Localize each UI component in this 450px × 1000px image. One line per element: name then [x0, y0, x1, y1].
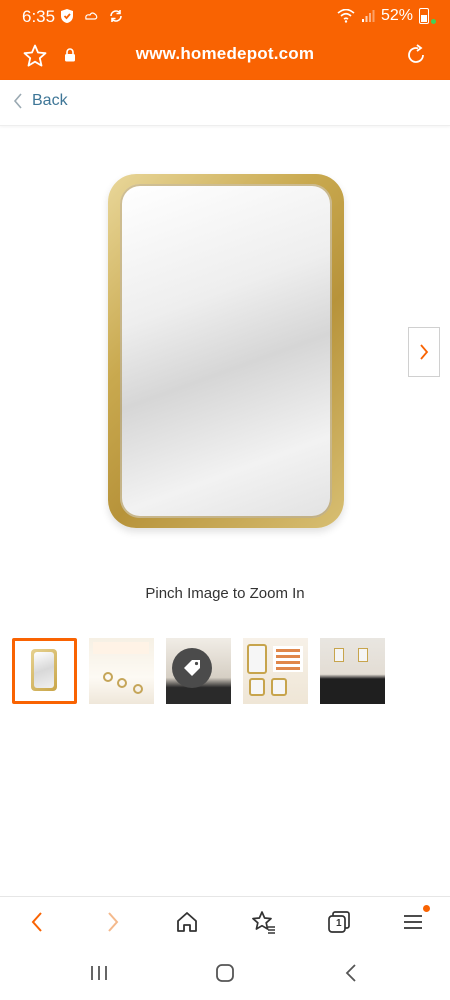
- thumbnail-strip: [12, 638, 385, 704]
- chevron-left-icon: [31, 912, 42, 932]
- url-bar: www.homedepot.com: [0, 34, 450, 80]
- back-bar: Back: [0, 80, 450, 126]
- mirror-vanity-scene-tag-icon: [172, 648, 212, 688]
- mirror-glass: [120, 184, 332, 518]
- back-button[interactable]: Back: [12, 92, 68, 110]
- home-system-button[interactable]: [212, 962, 238, 984]
- menu-icon: [404, 915, 422, 929]
- battery-percent: 52%: [380, 7, 413, 24]
- tabs-count: 1: [336, 918, 342, 929]
- zoom-hint: Pinch Image to Zoom In: [145, 585, 305, 602]
- screen: 6:35 52% www.homedepot.com Back Pinch Im…: [0, 0, 450, 1000]
- shield-notification-icon: [61, 9, 73, 23]
- status-right-icons: 52%: [337, 7, 436, 25]
- status-bar: 6:35 52%: [0, 0, 450, 34]
- battery-icon: [419, 8, 429, 24]
- nav-tabs-button[interactable]: 1: [324, 909, 354, 935]
- sync-icon: [110, 10, 122, 22]
- back-label: Back: [32, 92, 68, 109]
- thumbnail-5[interactable]: [320, 638, 385, 704]
- cloud-icon: [85, 12, 98, 20]
- ring-icon: [117, 678, 127, 688]
- mirror-bathroom-scene-icon: [334, 648, 344, 662]
- infographic-label: [273, 646, 303, 672]
- reload-icon[interactable]: [404, 43, 428, 72]
- recent-apps-icon: [91, 966, 107, 980]
- ring-icon: [103, 672, 113, 682]
- chevron-right-icon: [420, 344, 429, 360]
- status-notification-icons: [60, 8, 124, 24]
- thumbnail-3[interactable]: [166, 638, 231, 704]
- charging-dot-icon: [431, 18, 436, 24]
- home-icon: [177, 912, 197, 932]
- url-text[interactable]: www.homedepot.com: [0, 44, 450, 64]
- thumbnail-2[interactable]: [89, 638, 154, 704]
- browser-bottom-nav: 1: [0, 896, 450, 946]
- mirror-detail-features-icon: [93, 642, 149, 654]
- home-circle-icon: [216, 964, 234, 982]
- chevron-left-icon: [345, 964, 356, 982]
- ring-icon: [133, 684, 143, 694]
- thumbnail-4[interactable]: [243, 638, 308, 704]
- mirror-frame: [108, 174, 344, 528]
- mirror-small-icon: [249, 678, 265, 696]
- system-nav-bar: [0, 946, 450, 1000]
- status-time: 6:35: [22, 7, 56, 26]
- wifi-icon: [337, 9, 355, 23]
- system-back-button[interactable]: [338, 962, 364, 984]
- menu-notification-dot: [423, 905, 430, 912]
- thumbnail-1[interactable]: [12, 638, 77, 704]
- chevron-right-icon: [108, 912, 119, 932]
- mirror-bathroom-scene-icon: [358, 648, 368, 662]
- chevron-left-icon: [13, 93, 22, 109]
- mirror-front-view-icon: [31, 649, 57, 691]
- recent-apps-button[interactable]: [86, 962, 112, 984]
- next-image-button[interactable]: [408, 327, 440, 377]
- mirror-small-icon: [271, 678, 287, 696]
- browser-top-bar: 6:35 52% www.homedepot.com: [0, 0, 450, 80]
- nav-menu-button[interactable]: [398, 905, 430, 935]
- mirror-infographic-icon: [247, 644, 267, 674]
- product-main-image[interactable]: [108, 174, 344, 528]
- signal-icon: [361, 10, 375, 22]
- bookmarks-star-icon: [252, 911, 275, 934]
- nav-forward-button[interactable]: [98, 909, 128, 935]
- nav-home-button[interactable]: [172, 909, 202, 935]
- nav-bookmarks-button[interactable]: [248, 909, 278, 935]
- nav-back-button[interactable]: [22, 909, 52, 935]
